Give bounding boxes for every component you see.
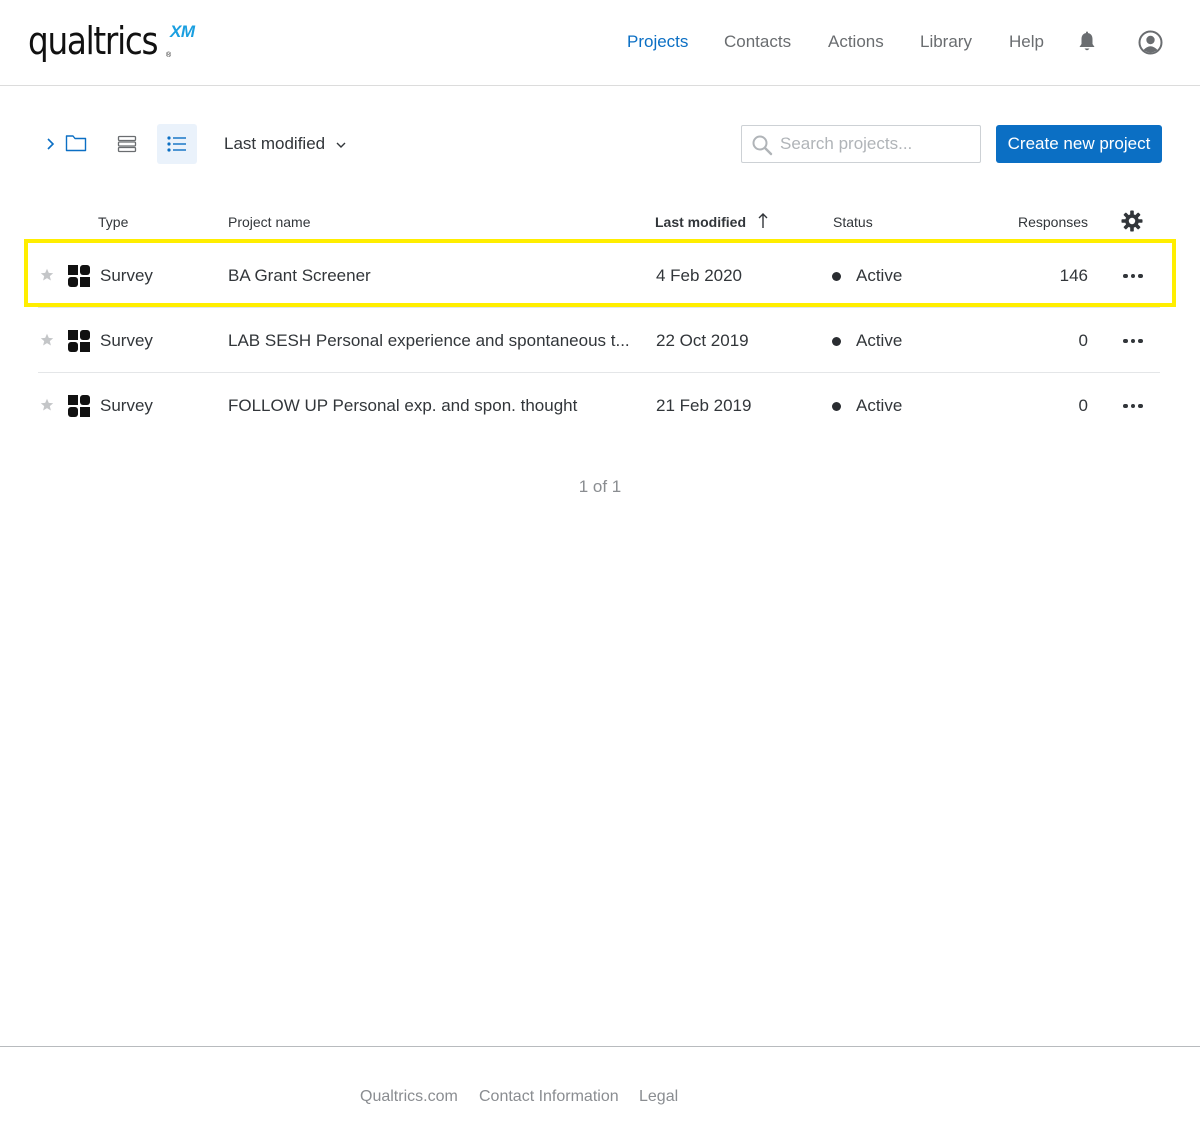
compact-list-icon — [117, 135, 137, 153]
status-dot-icon — [832, 402, 841, 411]
chevron-down-icon[interactable] — [334, 138, 348, 150]
search-input[interactable] — [780, 126, 976, 162]
more-actions-icon[interactable] — [1122, 330, 1144, 352]
project-name-link[interactable]: LAB SESH Personal experience and spontan… — [228, 330, 630, 352]
status-dot-icon — [832, 337, 841, 346]
project-type: Survey — [100, 266, 153, 285]
more-actions-icon[interactable] — [1122, 265, 1144, 287]
search-icon — [752, 135, 773, 156]
table-row[interactable]: Survey LAB SESH Personal experience and … — [38, 308, 1160, 373]
status-label: Active — [856, 331, 903, 350]
column-header-status[interactable]: Status — [833, 213, 873, 231]
project-name-link[interactable]: FOLLOW UP Personal exp. and spon. though… — [228, 395, 577, 417]
survey-type-icon — [68, 395, 90, 417]
folder-icon[interactable] — [65, 133, 87, 153]
sort-dropdown[interactable]: Last modified — [224, 132, 325, 156]
bell-icon[interactable] — [1077, 31, 1097, 53]
sort-dropdown-label: Last modified — [224, 134, 326, 153]
column-header-type[interactable]: Type — [98, 213, 128, 231]
nav-item-library[interactable]: Library — [920, 30, 972, 54]
gear-icon[interactable] — [1121, 210, 1143, 232]
create-new-project-button[interactable]: Create new project — [996, 125, 1162, 163]
project-name-link[interactable]: BA Grant Screener — [228, 265, 371, 287]
last-modified-date: 22 Oct 2019 — [656, 331, 749, 350]
more-actions-icon[interactable] — [1122, 395, 1144, 417]
bulleted-list-icon — [167, 136, 186, 152]
last-modified-date: 21 Feb 2019 — [656, 396, 752, 415]
table-row[interactable]: Survey FOLLOW UP Personal exp. and spon.… — [38, 373, 1160, 438]
column-header-responses[interactable]: Responses — [1018, 213, 1088, 231]
nav-item-actions[interactable]: Actions — [828, 30, 884, 54]
page-footer: Qualtrics.com Contact Information Legal — [0, 1046, 1200, 1143]
response-count[interactable]: 146 — [1028, 265, 1088, 287]
main-nav: Projects Contacts Actions Library Help — [0, 30, 1200, 56]
column-header-last-modified[interactable]: Last modified — [655, 213, 746, 231]
footer-link-contact-information[interactable]: Contact Information — [479, 1087, 619, 1107]
status-label: Active — [856, 396, 903, 415]
survey-type-icon — [68, 265, 90, 287]
status-label: Active — [856, 266, 903, 285]
nav-item-help[interactable]: Help — [1009, 30, 1044, 54]
expand-folders-chevron-icon[interactable] — [44, 134, 58, 154]
last-modified-date: 4 Feb 2020 — [656, 266, 743, 285]
sort-ascending-arrow-icon[interactable] — [757, 212, 769, 230]
nav-item-contacts[interactable]: Contacts — [724, 30, 791, 54]
favorite-star-icon[interactable] — [40, 268, 54, 282]
compact-list-view-button[interactable] — [107, 124, 147, 164]
survey-type-icon — [68, 330, 90, 352]
project-type: Survey — [100, 396, 153, 415]
footer-link-qualtrics[interactable]: Qualtrics.com — [360, 1087, 458, 1107]
response-count[interactable]: 0 — [1028, 395, 1088, 417]
top-navigation-bar: qualtrics ® XM Projects Contacts Actions… — [0, 0, 1200, 86]
response-count[interactable]: 0 — [1028, 330, 1088, 352]
user-account-icon[interactable] — [1138, 30, 1163, 55]
nav-item-projects[interactable]: Projects — [627, 30, 688, 54]
pagination-indicator: 1 of 1 — [578, 477, 622, 496]
favorite-star-icon[interactable] — [40, 333, 54, 347]
table-row[interactable]: Survey BA Grant Screener 4 Feb 2020 Acti… — [38, 243, 1160, 308]
detailed-list-view-button[interactable] — [157, 124, 197, 164]
favorite-star-icon[interactable] — [40, 398, 54, 412]
search-box — [741, 125, 981, 163]
column-header-project-name[interactable]: Project name — [228, 213, 310, 231]
footer-link-legal[interactable]: Legal — [639, 1087, 678, 1107]
status-dot-icon — [832, 272, 841, 281]
project-type: Survey — [100, 331, 153, 350]
